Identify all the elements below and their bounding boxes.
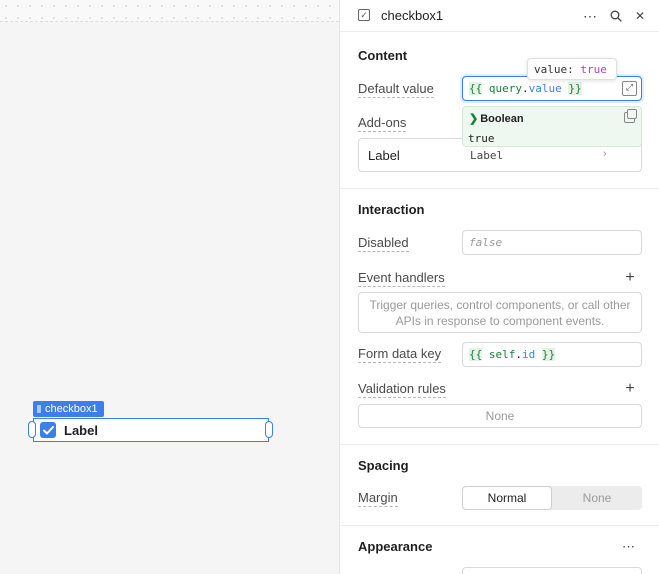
resize-handle-left[interactable]: [28, 421, 36, 438]
form-data-key-label: Form data key: [358, 346, 442, 363]
component-tag[interactable]: checkbox1: [33, 401, 104, 417]
validation-rules-empty[interactable]: None: [358, 404, 642, 428]
interaction-section-title[interactable]: Interaction: [358, 202, 424, 217]
code-brace-close: }}: [541, 348, 556, 361]
margin-option-none[interactable]: None: [552, 486, 642, 510]
checkbox-icon: ✓: [358, 9, 370, 21]
add-validation-rule-icon[interactable]: +: [622, 381, 638, 397]
code-brace-open: {{: [469, 348, 483, 361]
appearance-section-title[interactable]: Appearance: [358, 539, 432, 554]
code-brace-close: }}: [568, 82, 582, 95]
margin-segmented-control: Normal None: [462, 486, 642, 510]
value-tooltip: value: true: [527, 58, 617, 80]
appearance-field[interactable]: [462, 567, 642, 574]
eval-type[interactable]: ❯ Boolean: [469, 112, 524, 125]
content-section-title[interactable]: Content: [358, 48, 407, 63]
validation-rules-label: Validation rules: [358, 381, 446, 398]
tooltip-value: true: [580, 63, 607, 76]
expand-editor-icon[interactable]: ⤢: [622, 81, 637, 96]
addon-value: Label: [470, 149, 504, 162]
spacing-section-title[interactable]: Spacing: [358, 458, 409, 473]
checkbox-checked-icon[interactable]: [40, 422, 56, 438]
more-icon[interactable]: ⋯: [580, 6, 600, 26]
event-handlers-empty-hint[interactable]: Trigger queries, control components, or …: [358, 292, 642, 333]
add-event-handler-icon[interactable]: +: [622, 270, 638, 286]
checkbox-label: Label: [64, 423, 98, 438]
section-divider: [340, 188, 659, 189]
code-property: value: [528, 82, 562, 95]
addon-name: Label: [368, 148, 400, 163]
canvas[interactable]: checkbox1 Label: [0, 0, 339, 574]
close-icon[interactable]: ✕: [630, 6, 650, 26]
tooltip-key: value:: [534, 63, 574, 76]
section-divider: [340, 525, 659, 526]
disabled-input[interactable]: false: [462, 230, 642, 255]
eval-type-label: Boolean: [480, 113, 524, 125]
more-icon[interactable]: ⋯: [622, 539, 636, 555]
chevron-right-icon: ›: [603, 148, 607, 160]
search-icon[interactable]: [606, 6, 626, 26]
inspector-header: ✓ checkbox1 ⋯ ✕: [340, 0, 659, 32]
section-divider: [340, 444, 659, 445]
disabled-label: Disabled: [358, 235, 409, 252]
component-name[interactable]: checkbox1: [381, 8, 443, 23]
code-object: self: [488, 348, 516, 361]
event-handlers-label: Event handlers: [358, 270, 445, 287]
code-property: id: [522, 348, 536, 361]
eval-value: true: [468, 132, 495, 145]
margin-label: Margin: [358, 490, 398, 507]
margin-option-normal[interactable]: Normal: [462, 486, 552, 510]
resize-handle-right[interactable]: [265, 421, 273, 438]
copy-icon[interactable]: [624, 109, 637, 123]
default-value-label: Default value: [358, 81, 434, 98]
canvas-header-strip: [0, 0, 339, 22]
addons-label: Add-ons: [358, 115, 407, 132]
code-dot: .: [522, 82, 529, 95]
code-dot: .: [515, 348, 522, 361]
evaluated-value-popover: ❯ Boolean true: [462, 106, 642, 147]
inspector-panel: ✓ checkbox1 ⋯ ✕ Content Default value {{…: [339, 0, 659, 574]
chevron-right-icon: ❯: [469, 113, 479, 125]
form-data-key-input[interactable]: {{ self.id }}: [462, 342, 642, 367]
code-brace-open: {{: [469, 82, 483, 95]
code-object: query: [488, 82, 522, 95]
